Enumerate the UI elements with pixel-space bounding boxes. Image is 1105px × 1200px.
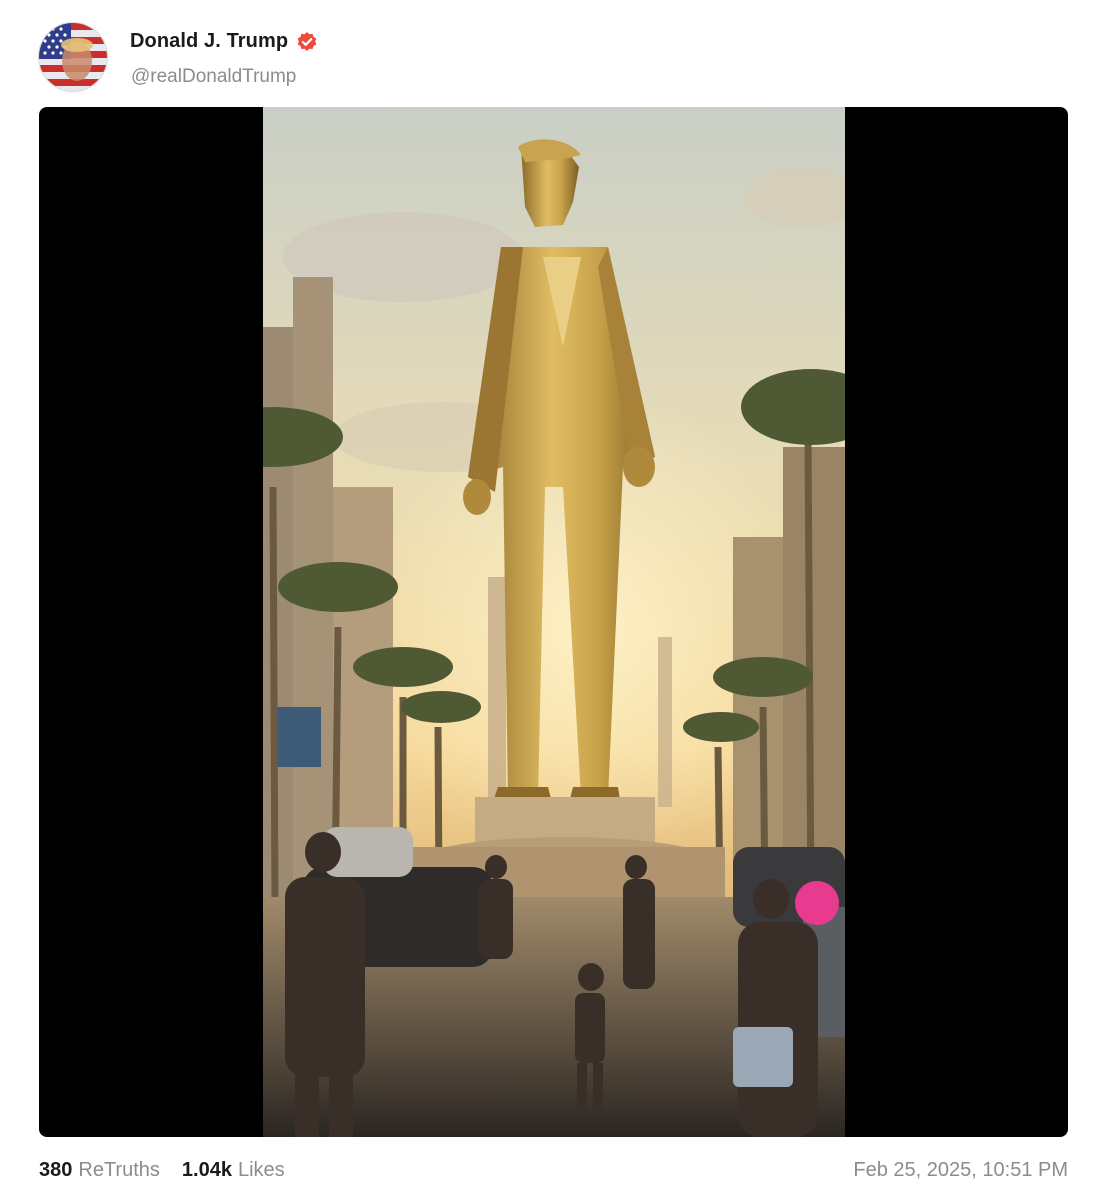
- avatar-flag-portrait-icon: [39, 23, 107, 91]
- likes-count: 1.04k: [181, 1158, 232, 1181]
- author-name-text: Donald J. Trump: [130, 30, 289, 52]
- post-timestamp[interactable]: Feb 25, 2025, 10:51 PM: [853, 1159, 1068, 1182]
- post-media[interactable]: [39, 107, 1068, 1137]
- author-display-name[interactable]: Donald J. Trump: [130, 30, 318, 53]
- golden-statue-image: [263, 107, 845, 1137]
- likes-label: Likes: [237, 1158, 285, 1181]
- author-avatar[interactable]: [38, 22, 108, 92]
- author-handle[interactable]: @realDonaldTrump: [131, 66, 296, 88]
- post-footer: 380 ReTruths 1.04k Likes Feb 25, 2025, 1…: [39, 1155, 1068, 1185]
- retruths-label: ReTruths: [78, 1158, 160, 1181]
- post-card: Donald J. Trump @realDonaldTrump 380 ReT…: [0, 0, 1105, 1200]
- verified-badge-icon: [296, 31, 318, 53]
- retruths-stat[interactable]: 380 ReTruths: [39, 1159, 160, 1182]
- likes-stat[interactable]: 1.04k Likes: [182, 1159, 285, 1182]
- retruths-count: 380: [39, 1158, 73, 1181]
